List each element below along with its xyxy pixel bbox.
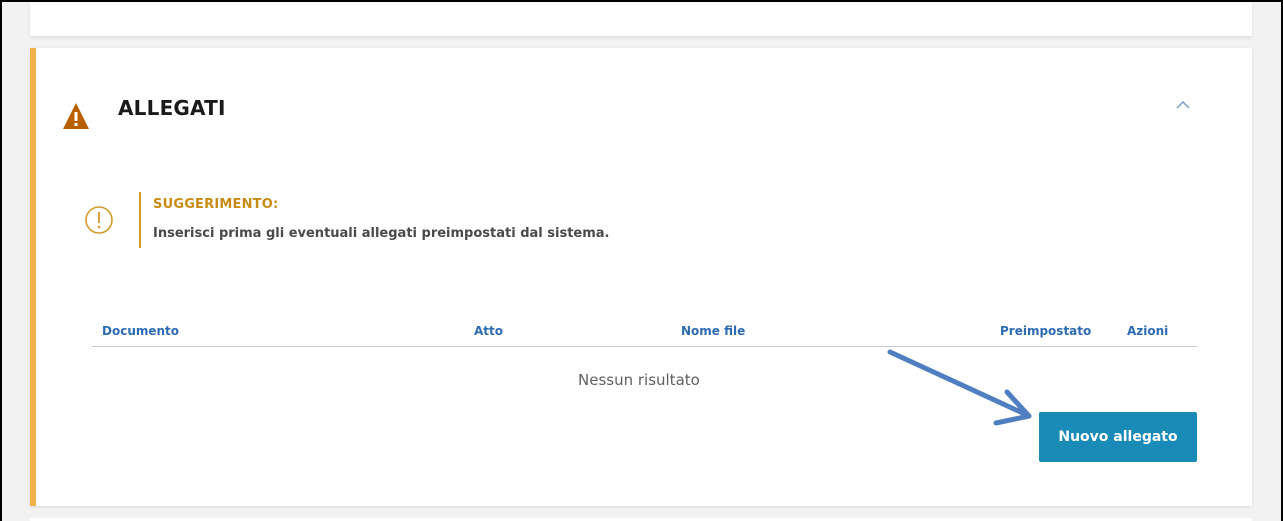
allegati-card: ALLEGATI SUGGERIMENTO: Inserisci prima g… [30,48,1252,506]
column-header-documento[interactable]: Documento [102,324,179,338]
page-frame: ALLEGATI SUGGERIMENTO: Inserisci prima g… [0,0,1283,521]
previous-card [30,2,1252,36]
column-header-preimpostato[interactable]: Preimpostato [1000,324,1091,338]
new-attachment-button[interactable]: Nuovo allegato [1039,412,1197,462]
hint-divider [139,192,141,248]
warning-triangle-icon [63,103,89,129]
hint-text: Inserisci prima gli eventuali allegati p… [153,226,610,241]
exclamation-circle-icon [85,206,113,234]
hint-title: SUGGERIMENTO: [153,197,279,212]
section-title: ALLEGATI [118,96,226,120]
column-header-nome-file[interactable]: Nome file [681,324,745,338]
table-header-divider [92,346,1197,347]
column-header-atto[interactable]: Atto [474,324,503,338]
column-header-azioni: Azioni [1127,324,1169,338]
chevron-up-icon[interactable] [1176,100,1190,110]
empty-state-message: Nessun risultato [578,371,700,389]
